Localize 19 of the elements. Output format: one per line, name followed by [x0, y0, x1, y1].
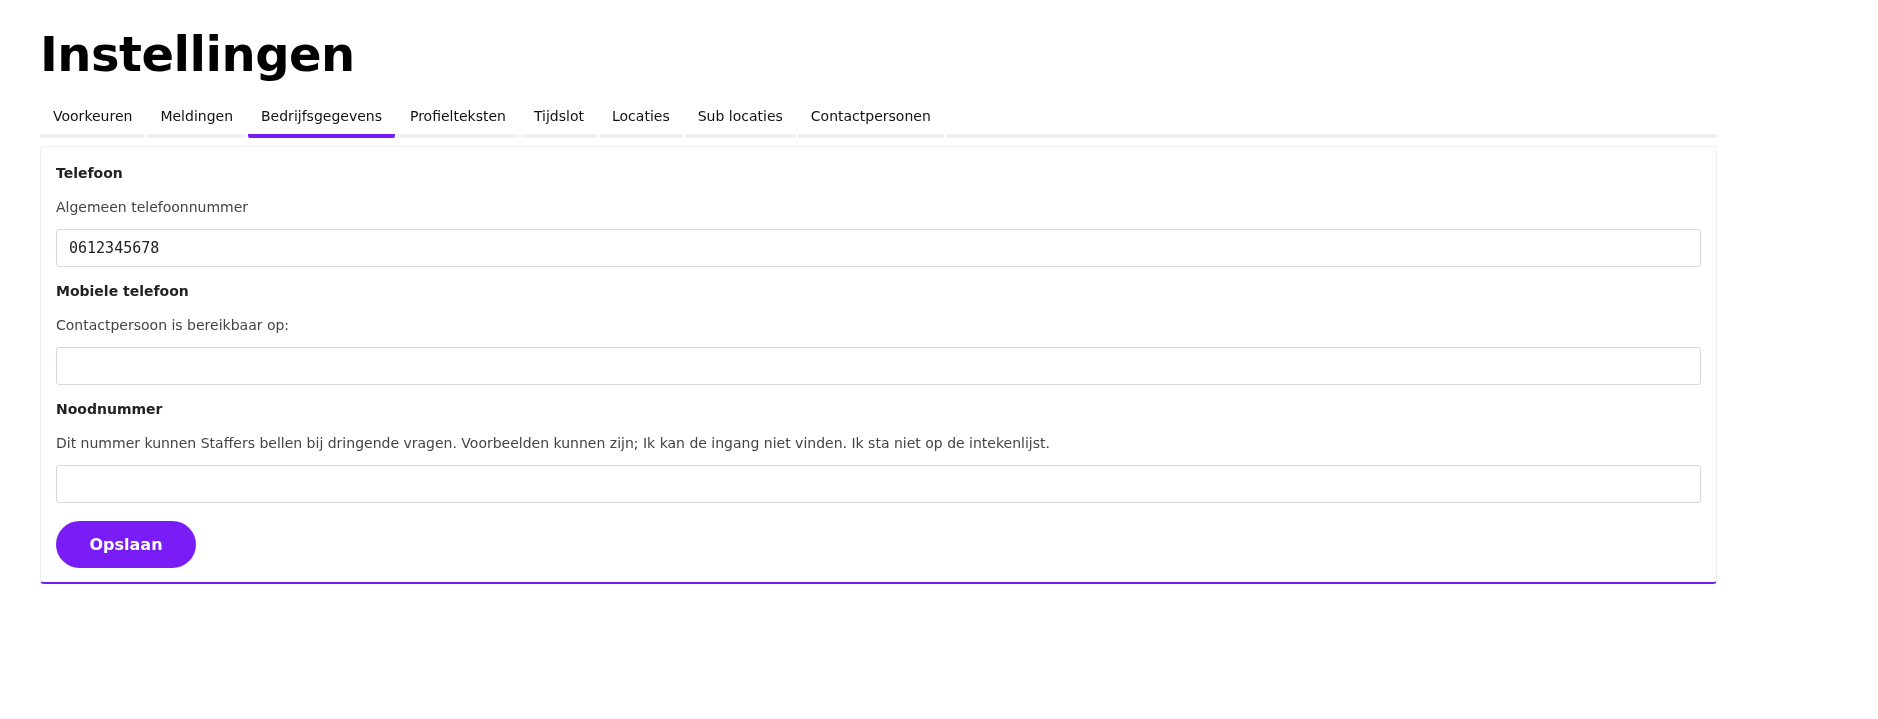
field-label: Dit nummer kunnen Staffers bellen bij dringende vragen. Voorbeelden kunnen zijn; Ik kan de ingang niet vinden. Ik sta niet op de intekenlijst. — [56, 435, 1050, 451]
tab[interactable]: Meldingen — [147, 102, 246, 138]
field-label: Contactpersoon is bereikbaar op: — [56, 317, 290, 333]
tab[interactable]: Profielteksten — [396, 102, 519, 138]
page-title: Instellingen — [40, 26, 356, 82]
tab[interactable]: Voorkeuren — [40, 102, 146, 138]
tab[interactable]: Bedrijfsgegevens — [248, 102, 395, 138]
section-heading: Telefoon — [56, 165, 123, 181]
tab[interactable]: Contactpersonen — [797, 102, 944, 138]
tab[interactable]: Locaties — [599, 102, 683, 138]
tab[interactable]: Sub locaties — [684, 102, 796, 138]
save-button[interactable]: Opslaan — [56, 521, 196, 568]
input-field[interactable] — [56, 347, 1701, 385]
tab[interactable]: Tijdslot — [520, 102, 597, 138]
field-label: Algemeen telefoonnummer — [56, 199, 249, 215]
section-heading: Noodnummer — [56, 401, 163, 417]
section-heading: Mobiele telefoon — [56, 283, 189, 299]
input-field[interactable] — [56, 465, 1701, 503]
input-field[interactable]: 0612345678 — [56, 229, 1701, 267]
